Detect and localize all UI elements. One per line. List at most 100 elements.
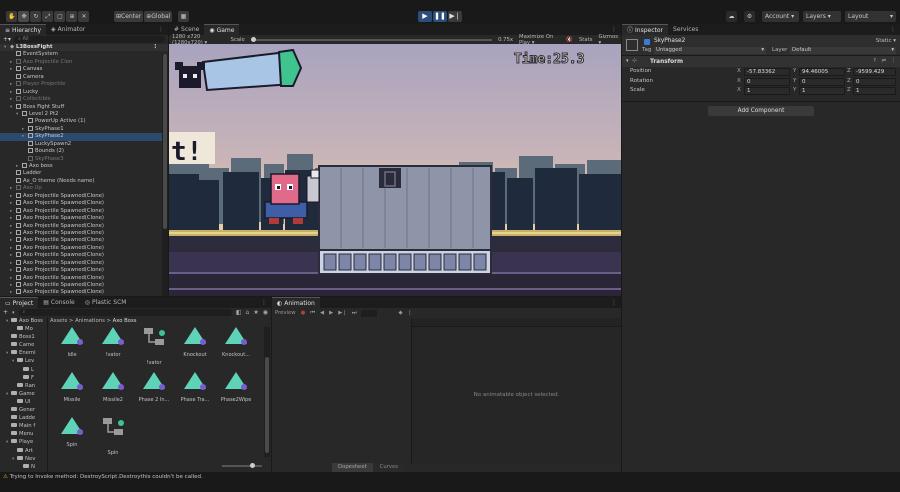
mute-icon[interactable]: 🔇 [566, 37, 573, 43]
preset-icon[interactable]: ⇌ [881, 58, 886, 64]
record-icon[interactable]: ● [301, 310, 306, 316]
hierarchy-row[interactable]: ▸Axo Projectile Spawned(Clone) [0, 237, 168, 244]
position-x-field[interactable]: -57.83362 [744, 68, 790, 76]
tab-inspector[interactable]: ⓘ Inspector [622, 24, 669, 35]
transform-header[interactable]: ▾ ⊹ Transform ? ⇌ ⋮ [622, 55, 900, 67]
eye-icon[interactable]: ◉ [263, 309, 268, 316]
last-key-icon[interactable]: ⏭ [352, 310, 357, 317]
hierarchy-row[interactable]: ▾ Level 2 Pt2 [0, 110, 168, 118]
next-key-icon[interactable]: ▶❘ [338, 310, 347, 316]
project-tree-item[interactable]: ▾ Playe [0, 438, 47, 446]
asset-item[interactable]: !vator [91, 327, 135, 358]
hierarchy-row[interactable]: ▸Axo Projectile Spawned(Clone) [0, 244, 168, 252]
asset-item[interactable]: Idle [50, 327, 94, 358]
project-add-button[interactable]: + [3, 309, 8, 316]
position-z-field[interactable]: -9599.429 [853, 68, 896, 76]
panel-menu-icon[interactable]: ⋮ [257, 297, 271, 308]
scale-y-field[interactable]: 1 [799, 87, 845, 95]
scale-z-field[interactable]: 1 [853, 87, 896, 95]
game-viewport[interactable]: t! Time:25.3 [169, 44, 621, 296]
object-name-field[interactable]: SkyPhase2 [654, 38, 685, 44]
asset-item[interactable]: Knockout [173, 327, 217, 358]
project-scroll-thumb[interactable] [265, 357, 269, 453]
active-checkbox[interactable] [644, 39, 650, 45]
project-tree-item[interactable]: Came [0, 341, 47, 349]
step-button[interactable]: ▶❘ [448, 11, 462, 22]
transform-tool-icon[interactable]: ⊕ [66, 11, 78, 22]
asset-item[interactable]: Missile2 [91, 372, 135, 403]
project-tree-item[interactable]: Main f [0, 422, 47, 430]
kebab-icon[interactable]: ⋮ [891, 58, 897, 64]
custom-tool-icon[interactable]: ✕ [78, 11, 90, 22]
project-tree-item[interactable]: Boss1 [0, 333, 47, 341]
asset-item[interactable]: Phase 2 In... [132, 372, 176, 403]
project-tree-item[interactable]: Gener [0, 406, 47, 414]
services-button[interactable]: ⚙ [744, 11, 755, 22]
tab-animator[interactable]: ◈ Animator [46, 24, 90, 35]
static-toggle[interactable]: Static ▾ [876, 38, 896, 44]
project-tree-item[interactable]: N [0, 463, 47, 471]
panel-menu-icon[interactable]: ⋮ [607, 297, 621, 308]
scale-x-field[interactable]: 1 [744, 87, 790, 95]
grid-snap-button[interactable]: ▦ [178, 11, 189, 22]
scale-tool-icon[interactable]: ⤢ [42, 11, 54, 22]
project-tree-item[interactable]: Ladde [0, 414, 47, 422]
frame-field[interactable] [361, 309, 378, 317]
pivot-center-button[interactable]: ⊞Center [114, 11, 144, 22]
project-tree-item[interactable]: ▾ Game [0, 390, 47, 398]
rotate-tool-icon[interactable]: ↻ [30, 11, 42, 22]
timeline-ruler[interactable] [412, 318, 621, 327]
filter-label-icon[interactable]: ⌂ [246, 309, 250, 316]
rotation-z-field[interactable]: 0 [853, 77, 896, 86]
kebab-icon[interactable]: ⋮ [153, 44, 168, 51]
hierarchy-row[interactable]: Camera [0, 73, 168, 81]
layers-dropdown[interactable]: Layers ▾ [803, 11, 841, 22]
project-tree-item[interactable]: Menu [0, 430, 47, 438]
hierarchy-row[interactable]: ▸Axo Projectile Spawned(Clone) [0, 222, 168, 230]
project-scrollbar[interactable] [264, 327, 270, 457]
hierarchy-row[interactable]: ▸Axo Projectile Spawned(Clone) [0, 259, 168, 267]
layout-dropdown[interactable]: Layout ▾ [845, 11, 896, 22]
hierarchy-row[interactable]: ▸ Canvas [0, 66, 168, 73]
filter-type-icon[interactable]: ◧ [236, 309, 242, 316]
project-tree-item[interactable]: Ran [0, 382, 47, 390]
hierarchy-row[interactable]: ▾ Boss Fight Stuff [0, 103, 168, 111]
status-bar[interactable]: ⚠ Trying to Invoke method: DestroyScript… [0, 472, 900, 492]
breadcrumb-item-assets[interactable]: Assets [50, 318, 67, 324]
project-search-input[interactable]: ⌕ [18, 309, 232, 316]
panel-menu-icon[interactable]: ⋮ [154, 24, 168, 35]
hierarchy-row[interactable]: ▸Axo Projectile Spawned(Clone) [0, 192, 168, 200]
play-icon[interactable]: ▶ [329, 310, 333, 316]
hierarchy-row[interactable]: ▸ SkyPhase2 [0, 133, 168, 141]
scale-slider[interactable] [250, 36, 493, 42]
project-tree-item[interactable]: F [0, 374, 47, 382]
asset-item[interactable]: Spin [50, 417, 94, 448]
project-tree-item[interactable]: UI [0, 398, 47, 406]
hierarchy-row[interactable]: Ax_O theme (Needs name) [0, 177, 168, 185]
rotation-x-field[interactable]: 0 [744, 77, 790, 86]
hierarchy-row[interactable]: ▸ Player Projectile [0, 81, 168, 88]
hierarchy-row[interactable]: ▸Axo Projectile Spawned(Clone) [0, 274, 168, 282]
hierarchy-row[interactable]: Bounds (2) [0, 148, 168, 155]
star-icon[interactable]: ★ [253, 309, 258, 316]
hierarchy-row[interactable]: EventSystem [0, 51, 168, 58]
asset-item[interactable]: Phase Tra... [173, 372, 217, 403]
tab-curves[interactable]: Curves [373, 463, 405, 472]
breadcrumb-item-animations[interactable]: Animations [75, 318, 105, 324]
prev-key-icon[interactable]: ◀ [320, 310, 324, 316]
project-tree-item[interactable]: Mo [0, 325, 47, 333]
tab-animation[interactable]: ◐ Animation [272, 297, 320, 308]
tab-hierarchy[interactable]: ≡ Hierarchy [0, 24, 47, 35]
project-tree-item[interactable]: ▾ Nev [0, 455, 47, 463]
hierarchy-row[interactable]: ▸Axo Projectile Spawned(Clone) [0, 215, 168, 222]
hierarchy-row[interactable]: PowerUp Active (1) [0, 118, 168, 125]
asset-item[interactable]: !vator [132, 327, 176, 366]
hierarchy-row[interactable]: ▸ Axo boss [0, 163, 168, 170]
asset-item[interactable]: Phase2Wipe [214, 372, 258, 403]
pivot-global-button[interactable]: ⊕Global [144, 11, 173, 22]
tab-dopesheet[interactable]: Dopesheet [332, 463, 373, 472]
hierarchy-row[interactable]: ▸Axo Projectile Spawned(Clone) [0, 267, 168, 274]
add-event-icon[interactable]: ❘ [408, 310, 412, 316]
hierarchy-row[interactable]: Ladder [0, 170, 168, 177]
hierarchy-row[interactable]: ▸ SkyPhase1 [0, 125, 168, 133]
